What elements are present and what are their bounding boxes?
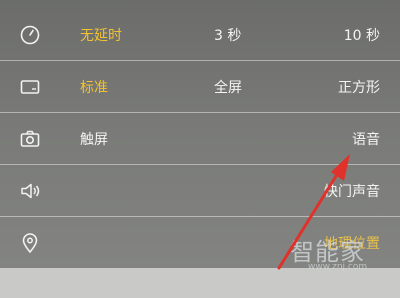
aspect-option-standard[interactable]: 标准 — [80, 77, 108, 97]
trigger-option-voice[interactable]: 语音 — [352, 129, 380, 149]
timer-row: 无延时 3 秒 10 秒 — [0, 9, 400, 61]
aspect-option-square[interactable]: 正方形 — [338, 77, 380, 97]
trigger-option-touch[interactable]: 触屏 — [80, 129, 108, 149]
speaker-icon — [19, 180, 41, 202]
shutter-sound-row[interactable]: 快门声音 — [0, 165, 400, 217]
shutter-trigger-row: 触屏 语音 — [0, 113, 400, 165]
bottom-bar — [0, 268, 400, 298]
timer-option-10s[interactable]: 10 秒 — [344, 25, 380, 45]
aspect-ratio-row: 标准 全屏 正方形 — [0, 61, 400, 113]
aspect-option-fullscreen[interactable]: 全屏 — [214, 77, 242, 97]
timer-option-none[interactable]: 无延时 — [80, 25, 122, 45]
timer-option-3s[interactable]: 3 秒 — [214, 25, 241, 45]
camera-icon — [19, 128, 41, 150]
shutter-sound-label[interactable]: 快门声音 — [324, 181, 380, 201]
watermark-subtext: www.znj.com — [308, 262, 368, 272]
timer-icon — [19, 24, 41, 46]
aspect-ratio-icon — [19, 76, 41, 98]
location-pin-icon — [19, 232, 41, 254]
